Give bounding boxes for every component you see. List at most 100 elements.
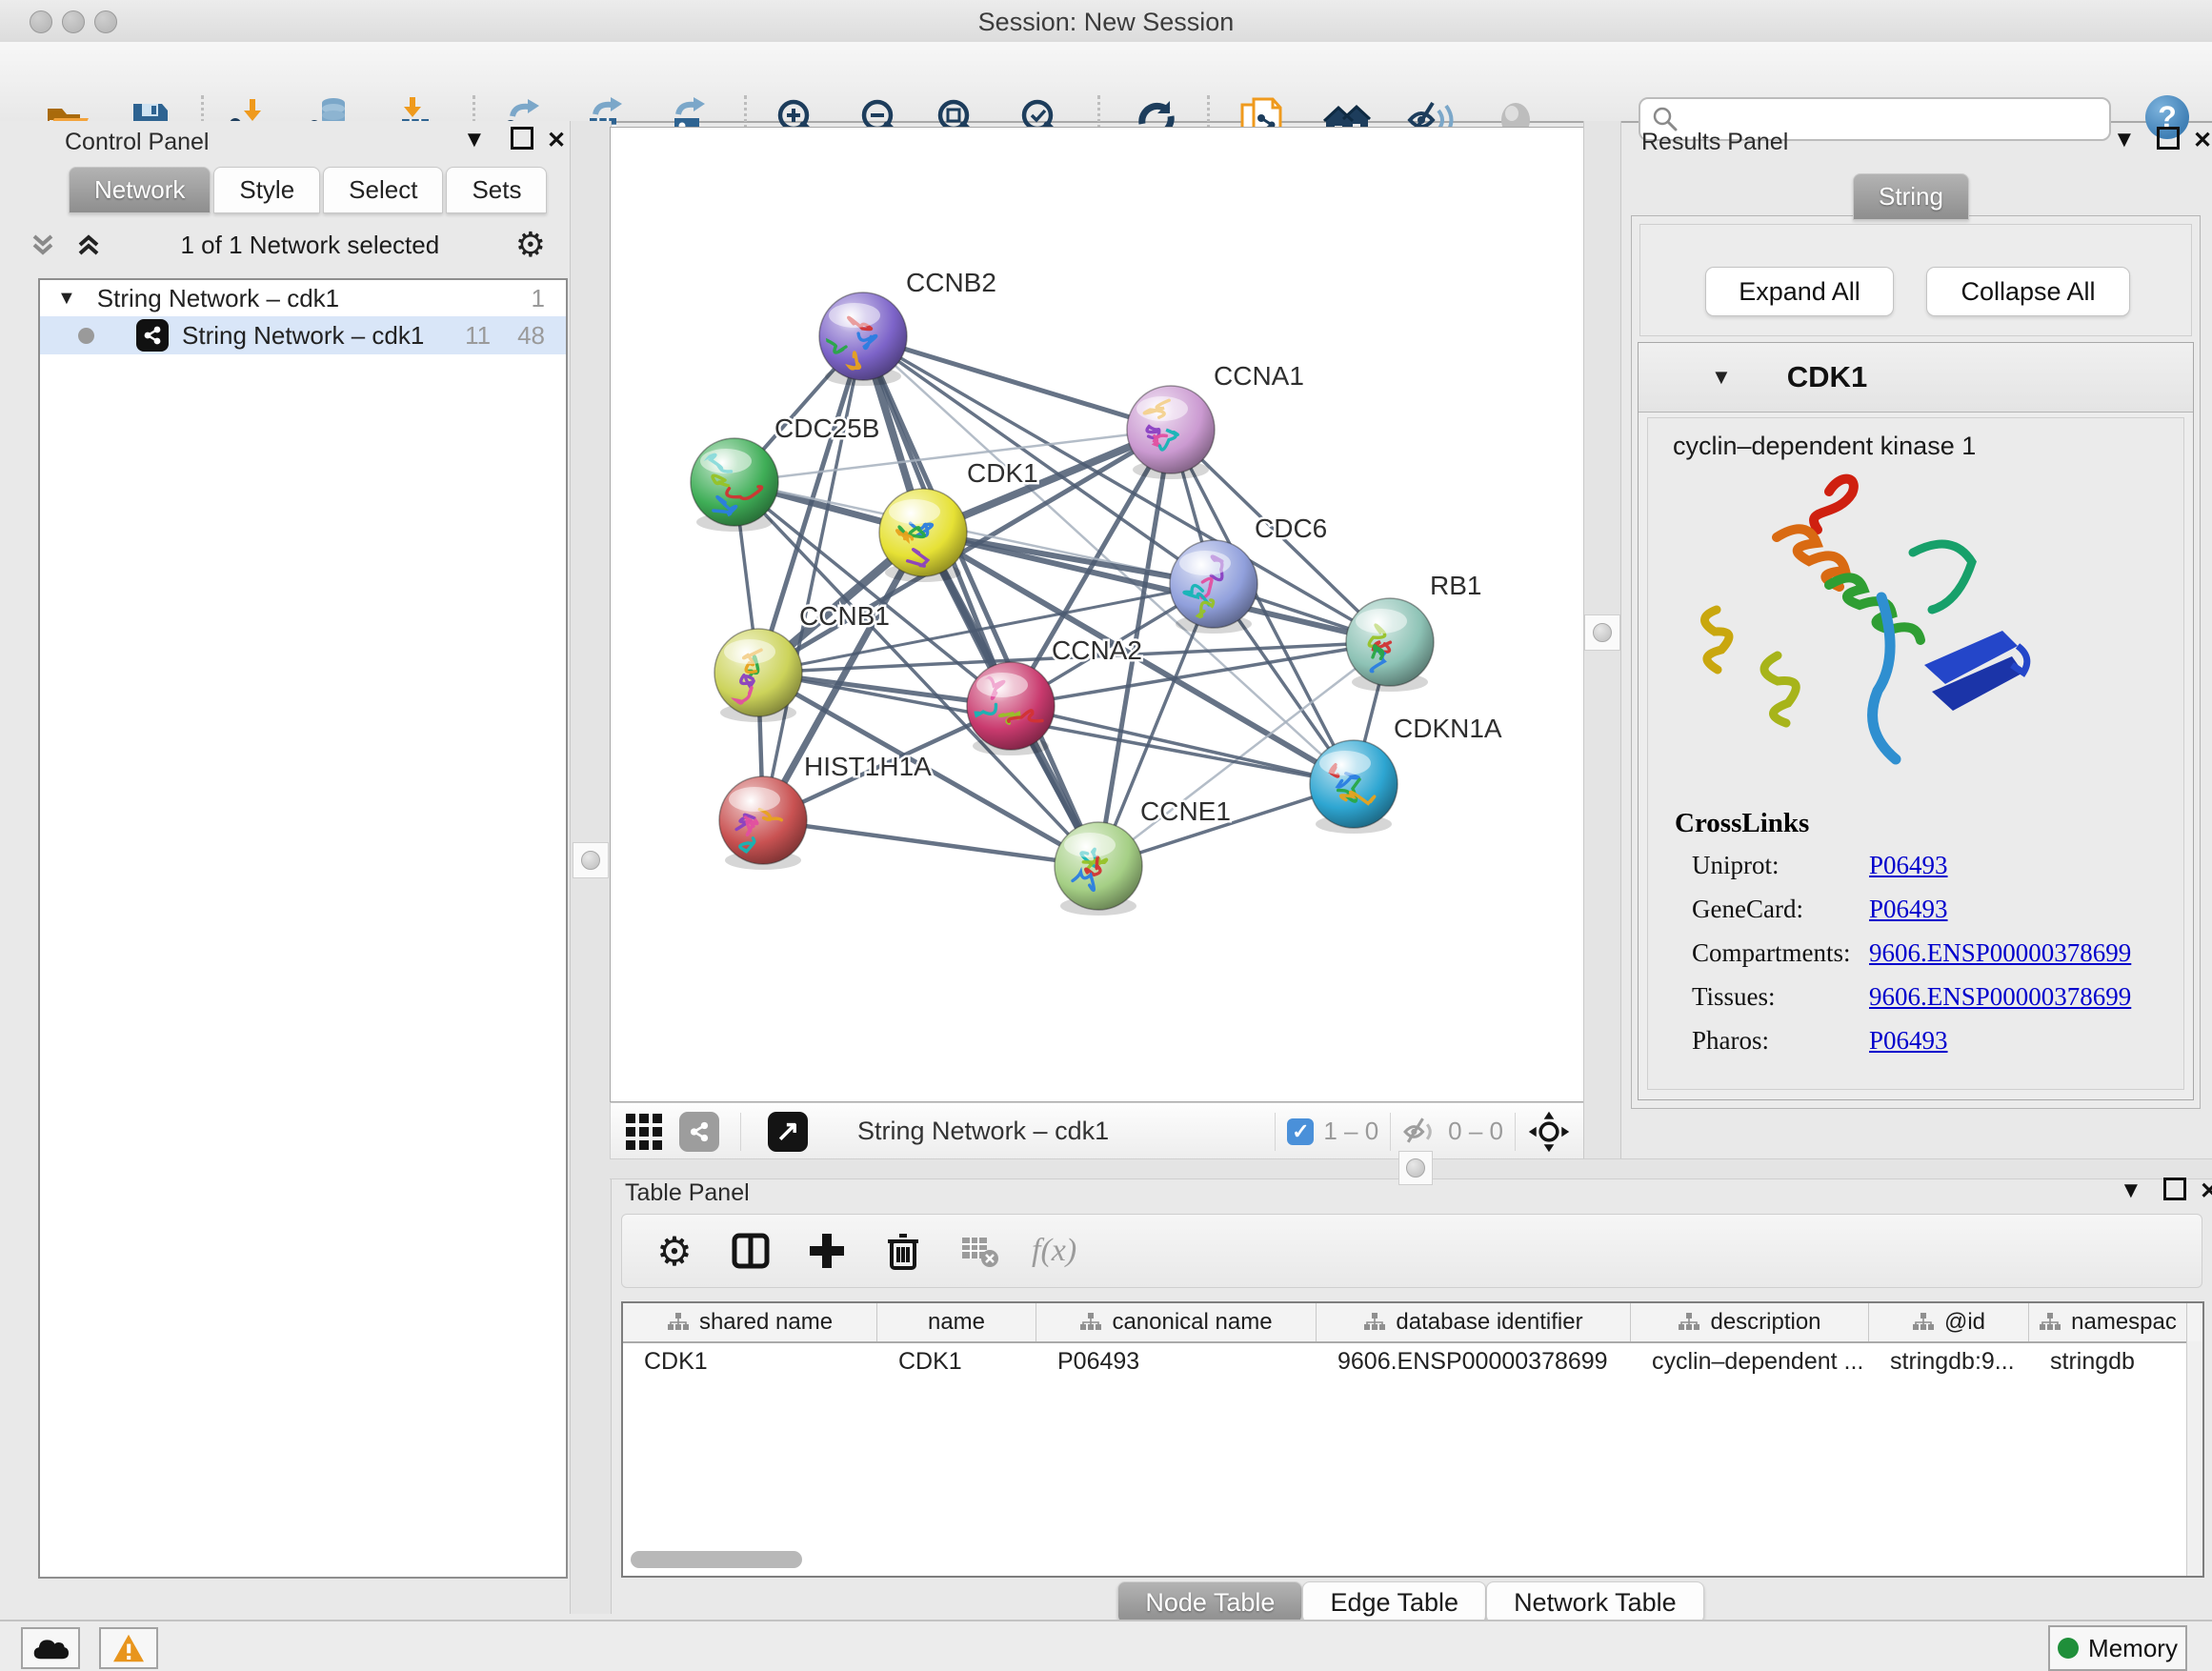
table-panel-close-icon[interactable]: ✕ (2200, 1178, 2212, 1205)
selected-indicator-checkbox[interactable]: ✓ (1287, 1118, 1314, 1145)
table-cell[interactable]: P06493 (1036, 1348, 1317, 1376)
splitter-control-network[interactable] (570, 121, 612, 1158)
control-panel-float-icon[interactable] (511, 127, 533, 156)
gene-section: ▼ CDK1 cyclin–dependent kinase 1 (1638, 342, 2194, 1100)
tab-edge-table[interactable]: Edge Table (1302, 1581, 1486, 1623)
tab-select[interactable]: Select (323, 167, 443, 213)
network-canvas[interactable]: CCNB2CCNA1CDC25BCDK1CDC6RB1CCNB1CCNA2CDK… (610, 127, 1585, 1102)
tab-node-table[interactable]: Node Table (1117, 1581, 1302, 1623)
table-panel-float-icon[interactable] (2163, 1178, 2186, 1207)
table-toolbar: ⚙ f(x) (621, 1214, 2202, 1288)
show-columns-icon[interactable] (727, 1227, 774, 1275)
table-row[interactable]: CDK1CDK1P064939606.ENSP00000378699cyclin… (623, 1343, 2202, 1379)
splitter-network-table[interactable] (610, 1158, 2212, 1179)
crosslinks-title: CrossLinks (1648, 802, 2183, 843)
table-cell[interactable]: CDK1 (877, 1348, 1036, 1376)
node-label-CCNE1: CCNE1 (1140, 796, 1231, 826)
gene-section-header[interactable]: ▼ CDK1 (1639, 343, 2193, 413)
splitter-network-results[interactable] (1583, 121, 1621, 1158)
cytoscape-window: Session: New Session (0, 0, 2212, 1671)
memory-label: Memory (2088, 1634, 2178, 1663)
table-tabs: Node TableEdge TableNetwork Table (610, 1581, 2212, 1623)
network-view-toolbar: ↗ String Network – cdk1 ✓ 1 – 0 0 – 0 (610, 1102, 1585, 1160)
tab-network-table[interactable]: Network Table (1486, 1581, 1704, 1623)
tab-network[interactable]: Network (69, 167, 211, 213)
column-header--id[interactable]: @id (1869, 1303, 2029, 1341)
table-cell[interactable]: stringdb:9... (1869, 1348, 2029, 1376)
table-panel-menu-icon[interactable]: ▼ (2120, 1178, 2142, 1204)
expand-all-button[interactable]: Expand All (1705, 267, 1894, 316)
collapse-all-icon[interactable] (27, 229, 59, 261)
selected-count: 1 – 0 (1323, 1117, 1378, 1146)
titlebar: Session: New Session (0, 0, 2212, 42)
column-header-description[interactable]: description (1631, 1303, 1869, 1341)
network-status-dot (78, 328, 94, 344)
crosslink-link[interactable]: P06493 (1869, 1026, 1948, 1056)
crosslink-link[interactable]: P06493 (1869, 895, 1948, 924)
table-cell[interactable]: cyclin–dependent ... (1631, 1348, 1869, 1376)
node-table[interactable]: shared namenamecanonical namedatabase id… (621, 1301, 2204, 1578)
string-style-icon[interactable] (679, 1112, 719, 1152)
results-panel: Results Panel ▼ ✕ String Expand All Coll… (1619, 121, 2212, 1158)
crosslink-link[interactable]: P06493 (1869, 851, 1948, 880)
network-row[interactable]: String Network – cdk1 11 48 (40, 316, 566, 354)
delete-table-icon[interactable] (955, 1227, 1003, 1275)
tab-style[interactable]: Style (213, 167, 320, 213)
delete-column-icon[interactable] (879, 1227, 927, 1275)
create-column-icon[interactable] (803, 1227, 851, 1275)
column-label: @id (1944, 1309, 1985, 1336)
column-header-name[interactable]: name (877, 1303, 1036, 1341)
control-panel-close-icon[interactable]: ✕ (547, 127, 566, 154)
horizontal-scrollbar[interactable] (631, 1551, 802, 1568)
collapse-all-button[interactable]: Collapse All (1926, 267, 2130, 316)
results-panel-float-icon[interactable] (2157, 127, 2180, 156)
splitter-handle[interactable] (573, 842, 609, 878)
memory-button[interactable]: Memory (2048, 1625, 2187, 1671)
node-label-CDC6: CDC6 (1255, 513, 1327, 543)
column-header-database-identifier[interactable]: database identifier (1317, 1303, 1631, 1341)
results-buttons-bar: Expand All Collapse All (1639, 224, 2192, 336)
table-cell[interactable]: stringdb (2029, 1348, 2187, 1376)
cloud-status-button[interactable] (21, 1627, 80, 1669)
collection-expand-icon[interactable]: ▼ (57, 288, 76, 310)
column-type-icon (1912, 1312, 1935, 1333)
gene-collapse-icon[interactable]: ▼ (1711, 365, 1732, 390)
node-label-CCNB2: CCNB2 (906, 268, 996, 297)
crosslink-link[interactable]: 9606.ENSP00000378699 (1869, 982, 2131, 1012)
crosslink-link[interactable]: 9606.ENSP00000378699 (1869, 938, 2131, 968)
function-builder-icon[interactable]: f(x) (1032, 1227, 1076, 1275)
warnings-button[interactable] (99, 1627, 158, 1669)
tab-sets[interactable]: Sets (446, 167, 547, 213)
table-cell[interactable]: 9606.ENSP00000378699 (1317, 1348, 1631, 1376)
fit-selected-crosshair-icon[interactable] (1527, 1110, 1571, 1154)
splitter-handle[interactable] (1584, 614, 1620, 651)
control-panel-menu-icon[interactable]: ▼ (463, 127, 486, 153)
network-collection-row[interactable]: ▼ String Network – cdk1 1 (40, 280, 566, 316)
birds-eye-view-icon[interactable] (626, 1114, 662, 1150)
column-header-namespac[interactable]: namespac (2029, 1303, 2187, 1341)
expand-all-icon[interactable] (72, 229, 105, 261)
column-header-canonical-name[interactable]: canonical name (1036, 1303, 1317, 1341)
open-in-window-icon[interactable]: ↗ (768, 1112, 808, 1152)
crosslinks-list: Uniprot:P06493GeneCard:P06493Compartment… (1648, 843, 2183, 1062)
results-panel-menu-icon[interactable]: ▼ (2113, 127, 2136, 153)
results-panel-close-icon[interactable]: ✕ (2193, 127, 2212, 154)
network-node-count: 11 (465, 321, 491, 351)
table-options-gear-icon[interactable]: ⚙ (651, 1227, 698, 1275)
gene-details: cyclin–dependent kinase 1 CrossLinks (1647, 417, 2184, 1090)
splitter-control-table[interactable] (570, 1158, 612, 1614)
tab-string[interactable]: String (1853, 173, 1969, 220)
table-cell[interactable]: CDK1 (623, 1348, 877, 1376)
column-type-icon (667, 1312, 690, 1333)
node-label-CCNB1: CCNB1 (799, 601, 890, 631)
network-options-gear-icon[interactable]: ⚙ (515, 229, 546, 261)
protein-structure-image (1686, 469, 2067, 802)
network-list-toolbar: 1 of 1 Network selected ⚙ (27, 222, 546, 268)
string-results-card: Expand All Collapse All ▼ CDK1 cyclin–de… (1631, 215, 2201, 1109)
node-label-HIST1H1A: HIST1H1A (804, 752, 932, 781)
network-list: ▼ String Network – cdk1 1 String Network… (38, 278, 568, 1579)
warning-icon (111, 1633, 146, 1663)
string-network-icon (136, 319, 169, 352)
vertical-scrollbar[interactable] (2186, 1341, 2202, 1576)
column-header-shared-name[interactable]: shared name (623, 1303, 877, 1341)
